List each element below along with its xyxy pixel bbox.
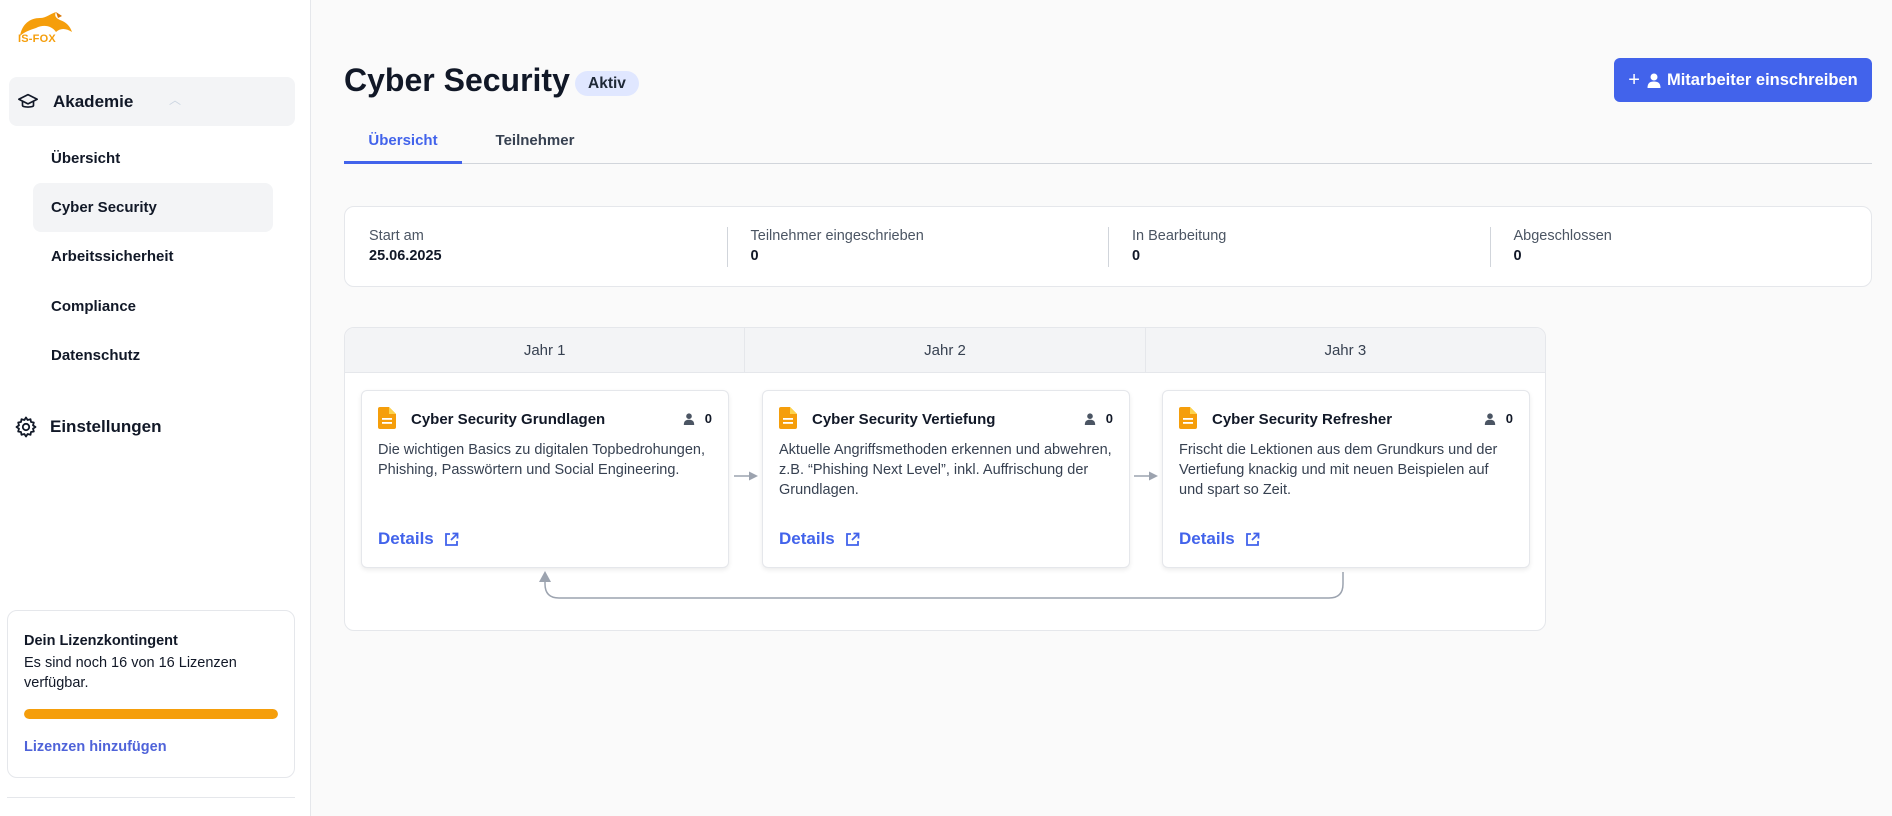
details-label: Details <box>1179 529 1235 548</box>
participant-count: 0 <box>683 411 712 426</box>
stat-label: Teilnehmer eingeschrieben <box>750 228 924 244</box>
enroll-employee-button[interactable]: + Mitarbeiter einschreiben <box>1614 58 1872 102</box>
license-text: Es sind noch 16 von 16 Lizenzen verfügba… <box>24 655 237 691</box>
participant-count-value: 0 <box>1505 411 1513 426</box>
course-title: Cyber Security Vertiefung <box>812 411 996 428</box>
status-badge: Aktiv <box>575 71 639 96</box>
stat-enrolled: Teilnehmer eingeschrieben 0 <box>726 207 1109 286</box>
enroll-button-label: Mitarbeiter einschreiben <box>1666 70 1858 89</box>
stat-label: Start am <box>369 228 424 244</box>
stat-start: Start am 25.06.2025 <box>345 207 727 286</box>
sidebar-item-einstellungen[interactable]: Einstellungen <box>14 415 161 439</box>
course-card-grundlagen: Cyber Security Grundlagen 0 Die wichtige… <box>361 390 729 568</box>
stat-in-progress: In Bearbeitung 0 <box>1108 207 1490 286</box>
course-title: Cyber Security Grundlagen <box>411 411 606 428</box>
participant-count: 0 <box>1484 411 1513 426</box>
course-details-link[interactable]: Details <box>779 529 860 549</box>
course-description: Aktuelle Angriffsmethoden erkennen und a… <box>779 442 1112 498</box>
license-progress-fill <box>24 709 278 719</box>
participant-count-value: 0 <box>704 411 712 426</box>
document-icon <box>1179 407 1197 429</box>
external-link-icon <box>1245 532 1260 546</box>
sidebar-item-uebersicht[interactable]: Übersicht <box>33 134 273 183</box>
sidebar-item-cyber-security[interactable]: Cyber Security <box>33 183 273 232</box>
course-timeline: Jahr 1 Jahr 2 Jahr 3 Cyber Security Grun… <box>344 327 1546 631</box>
arrow-right-icon <box>734 471 758 481</box>
external-link-icon <box>845 532 860 546</box>
user-icon <box>1647 73 1661 88</box>
graduation-cap-icon <box>18 93 38 108</box>
license-title: Dein Lizenzkontingent <box>24 633 178 649</box>
license-progress-bar <box>24 709 278 719</box>
course-details-link[interactable]: Details <box>1179 529 1260 549</box>
add-licenses-link[interactable]: Lizenzen hinzufügen <box>24 739 167 755</box>
external-link-icon <box>444 532 459 546</box>
course-title: Cyber Security Refresher <box>1212 411 1393 428</box>
license-panel: Dein Lizenzkontingent Es sind noch 16 vo… <box>7 610 295 778</box>
participant-count-value: 0 <box>1105 411 1113 426</box>
arrow-right-icon <box>1134 471 1158 481</box>
stat-value: 0 <box>1132 248 1141 264</box>
course-card-vertiefung: Cyber Security Vertiefung 0 Aktuelle Ang… <box>762 390 1130 568</box>
stat-value: 25.06.2025 <box>369 248 442 264</box>
participant-count: 0 <box>1084 411 1113 426</box>
course-details-link[interactable]: Details <box>378 529 459 549</box>
course-description: Frischt die Lektionen aus dem Grundkurs … <box>1179 442 1498 498</box>
sidebar-divider <box>7 797 295 798</box>
plus-icon: + <box>1628 68 1640 91</box>
tab-teilnehmer[interactable]: Teilnehmer <box>476 122 594 164</box>
sidebar: IS-FOX Akademie ︿ Übersicht Cyber Securi… <box>0 0 311 816</box>
page-title: Cyber Security <box>344 62 570 98</box>
gear-icon <box>15 416 37 438</box>
sidebar-item-arbeitssicherheit[interactable]: Arbeitssicherheit <box>33 232 273 281</box>
sidebar-item-compliance[interactable]: Compliance <box>33 282 273 331</box>
settings-label: Einstellungen <box>50 417 162 436</box>
details-label: Details <box>779 529 835 548</box>
stat-value: 0 <box>1513 248 1522 264</box>
course-description: Die wichtigen Basics zu digitalen Topbed… <box>378 442 706 478</box>
document-icon <box>378 407 396 429</box>
logo-text: IS-FOX <box>18 33 56 45</box>
chevron-up-icon[interactable]: ︿ <box>169 91 181 108</box>
details-label: Details <box>378 529 434 548</box>
nav-group-akademie[interactable]: Akademie ︿ <box>9 77 295 126</box>
course-card-refresher: Cyber Security Refresher 0 Frischt die L… <box>1162 390 1530 568</box>
stat-label: In Bearbeitung <box>1132 228 1227 244</box>
user-icon <box>1484 412 1495 425</box>
tab-bar: Übersicht Teilnehmer <box>344 122 1872 164</box>
stat-label: Abgeschlossen <box>1513 228 1612 244</box>
stats-panel: Start am 25.06.2025 Teilnehmer eingeschr… <box>344 206 1872 287</box>
sidebar-item-datenschutz[interactable]: Datenschutz <box>33 331 273 380</box>
nav-group-label: Akademie <box>53 91 134 111</box>
document-icon <box>779 407 797 429</box>
stat-completed: Abgeschlossen 0 <box>1489 207 1872 286</box>
user-icon <box>1084 412 1095 425</box>
user-icon <box>683 412 694 425</box>
stat-value: 0 <box>750 248 759 264</box>
tab-uebersicht[interactable]: Übersicht <box>344 122 462 164</box>
